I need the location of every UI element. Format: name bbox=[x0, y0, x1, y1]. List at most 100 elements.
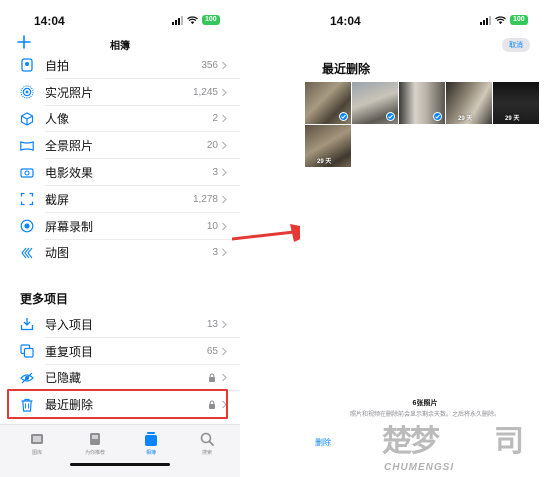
status-bar: 14:04 100 bbox=[300, 0, 550, 34]
chevron-right-icon bbox=[222, 222, 227, 231]
media-types-list: 自拍 356 实况照片 1,245 人像 2 全景照片 20 电影效果 3 截屏… bbox=[0, 52, 240, 266]
cancel-button[interactable]: 取消 bbox=[502, 38, 530, 52]
for-you-icon bbox=[90, 433, 100, 445]
screen-record-icon bbox=[20, 219, 34, 233]
list-item-duplicates[interactable]: 重复项目 65 bbox=[0, 338, 240, 365]
list-item-cinematic[interactable]: 电影效果 3 bbox=[0, 159, 240, 186]
watermark-text: CHUMENGSI bbox=[384, 462, 455, 473]
import-icon bbox=[20, 317, 34, 331]
album-title: 最近删除 bbox=[322, 62, 371, 76]
duplicate-icon bbox=[20, 344, 34, 358]
days-remaining-badge: 29 天 bbox=[317, 159, 332, 165]
selfie-icon bbox=[20, 58, 34, 73]
portrait-cube-icon bbox=[20, 112, 34, 126]
chevron-right-icon bbox=[222, 168, 227, 177]
chevron-right-icon bbox=[222, 88, 227, 97]
row-count: 2 bbox=[212, 113, 218, 125]
row-count: 3 bbox=[212, 167, 218, 179]
row-count: 1,278 bbox=[192, 193, 218, 205]
photo-thumbnail[interactable] bbox=[305, 82, 351, 124]
list-item-screenshots[interactable]: 截屏 1,278 bbox=[0, 186, 240, 213]
albums-screen: 14:04 100 相簿 自拍 356 实况照片 1,245 人像 2 全景照片… bbox=[0, 0, 240, 477]
row-label: 屏幕录制 bbox=[45, 219, 94, 234]
chevron-right-icon bbox=[222, 320, 227, 329]
row-count: 1,245 bbox=[192, 86, 218, 98]
section-title-more: 更多项目 bbox=[20, 292, 69, 306]
watermark-logo: 楚梦 bbox=[382, 424, 440, 459]
checkmark-icon bbox=[433, 112, 442, 121]
tab-for-you[interactable]: 为你推荐 bbox=[70, 431, 120, 456]
tab-albums[interactable]: 相簿 bbox=[126, 431, 176, 456]
row-count: 13 bbox=[206, 318, 218, 330]
chevron-right-icon bbox=[222, 249, 227, 257]
recently-deleted-highlight bbox=[7, 389, 228, 419]
row-count: 65 bbox=[206, 345, 218, 357]
photo-thumbnail[interactable] bbox=[352, 82, 398, 124]
photo-thumbnail[interactable]: 29 天 bbox=[493, 82, 539, 124]
row-count: 356 bbox=[201, 59, 218, 71]
wifi-icon bbox=[187, 15, 198, 24]
tab-bar: 图库 为你推荐 相簿 搜索 bbox=[0, 424, 240, 477]
page-title: 相簿 bbox=[110, 41, 130, 52]
watermark-logo-secondary: 司 bbox=[494, 424, 524, 459]
row-label: 截屏 bbox=[45, 192, 70, 207]
days-remaining-badge: 29 天 bbox=[458, 116, 473, 122]
row-count: 20 bbox=[206, 140, 218, 152]
tab-label: 图库 bbox=[31, 450, 42, 456]
row-label: 实况照片 bbox=[45, 85, 94, 100]
row-count: 3 bbox=[212, 247, 218, 259]
recently-deleted-screen: 14:04 100 取消 最近删除 29 天 29 天 29 天 6张照片 照片… bbox=[300, 0, 550, 477]
tab-label: 搜索 bbox=[201, 450, 212, 456]
wifi-icon bbox=[495, 15, 506, 24]
row-count: 10 bbox=[206, 220, 218, 232]
battery-icon: 100 bbox=[202, 15, 220, 25]
list-item-animated[interactable]: 动图 3 bbox=[0, 240, 240, 267]
tab-library[interactable]: 图库 bbox=[12, 431, 62, 456]
photo-thumbnail[interactable]: 29 天 bbox=[305, 125, 351, 167]
status-icons: 100 bbox=[480, 15, 528, 25]
row-label: 导入项目 bbox=[45, 317, 94, 332]
live-photo-icon bbox=[20, 85, 34, 99]
row-label: 自拍 bbox=[45, 58, 70, 73]
list-item-screen-recordings[interactable]: 屏幕录制 10 bbox=[0, 213, 240, 240]
tab-label: 为你推荐 bbox=[84, 450, 105, 456]
row-label: 动图 bbox=[45, 246, 70, 261]
chevron-right-icon bbox=[222, 141, 227, 150]
list-item-hidden[interactable]: 已隐藏 bbox=[0, 365, 240, 392]
albums-icon bbox=[145, 432, 157, 446]
chevron-right-icon bbox=[222, 347, 227, 356]
home-indicator bbox=[70, 463, 170, 466]
battery-icon: 100 bbox=[510, 15, 528, 25]
photo-thumbnail[interactable]: 29 天 bbox=[446, 82, 492, 124]
chevron-right-icon bbox=[222, 374, 227, 382]
row-label: 重复项目 bbox=[45, 344, 94, 359]
animated-icon bbox=[20, 246, 34, 260]
list-item-imports[interactable]: 导入项目 13 bbox=[0, 311, 240, 338]
hidden-eye-icon bbox=[20, 371, 34, 385]
row-label: 全景照片 bbox=[45, 139, 94, 154]
signal-icon bbox=[172, 15, 183, 25]
photo-count: 6张照片 bbox=[412, 400, 438, 407]
panorama-icon bbox=[20, 139, 34, 153]
cinematic-icon bbox=[20, 166, 34, 180]
status-bar: 14:04 100 bbox=[0, 0, 240, 34]
tab-label: 相簿 bbox=[145, 450, 156, 456]
chevron-right-icon bbox=[222, 115, 227, 123]
list-item-panorama[interactable]: 全景照片 20 bbox=[0, 132, 240, 160]
days-remaining-badge: 29 天 bbox=[505, 116, 520, 122]
chevron-right-icon bbox=[222, 61, 227, 70]
deletion-note: 照片和视频在删除前会显示剩余天数。之后将永久删除。 bbox=[349, 412, 500, 418]
list-item-selfie[interactable]: 自拍 356 bbox=[0, 52, 240, 79]
signal-icon bbox=[480, 15, 491, 25]
row-label: 已隐藏 bbox=[45, 371, 82, 386]
checkmark-icon bbox=[386, 112, 395, 121]
photo-thumbnail[interactable] bbox=[399, 82, 445, 124]
tab-search[interactable]: 搜索 bbox=[182, 431, 232, 456]
search-icon bbox=[200, 432, 214, 446]
chevron-right-icon bbox=[222, 195, 227, 204]
status-time: 14:04 bbox=[330, 14, 361, 28]
delete-button[interactable]: 删除 bbox=[315, 437, 331, 448]
list-item-live-photos[interactable]: 实况照片 1,245 bbox=[0, 79, 240, 106]
row-label: 人像 bbox=[45, 112, 70, 127]
list-item-portrait[interactable]: 人像 2 bbox=[0, 106, 240, 133]
